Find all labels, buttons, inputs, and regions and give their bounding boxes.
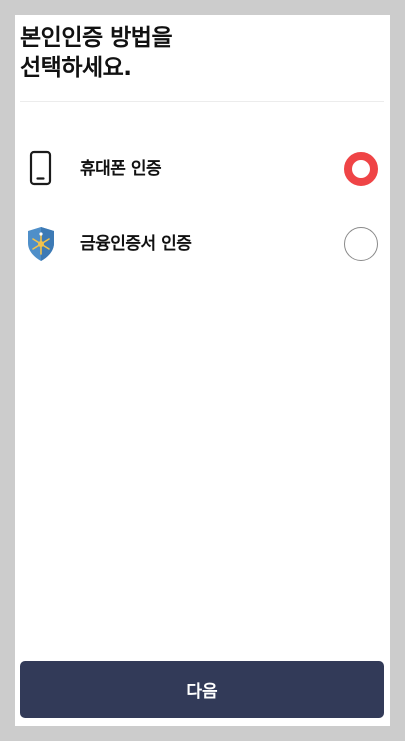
option-phone-auth-label: 휴대폰 인증 <box>80 159 162 179</box>
auth-method-screen: 본인인증 방법을 선택하세요. 휴대폰 인증 금융인증서 인증 다음 <box>15 15 390 726</box>
next-button[interactable]: 다음 <box>20 661 384 718</box>
page-title-line-2: 선택하세요. <box>20 55 132 81</box>
page-title: 본인인증 방법을 선택하세요. <box>20 23 380 83</box>
shield-icon <box>25 225 57 263</box>
option-financial-cert-auth[interactable]: 금융인증서 인증 <box>15 214 390 274</box>
option-financial-cert-auth-label: 금융인증서 인증 <box>80 234 192 254</box>
title-divider <box>20 101 384 102</box>
page-title-line-1: 본인인증 방법을 <box>20 25 173 51</box>
smartphone-icon <box>25 150 57 188</box>
radio-financial-cert-auth[interactable] <box>344 227 378 261</box>
option-phone-auth[interactable]: 휴대폰 인증 <box>15 139 390 199</box>
radio-phone-auth-selected[interactable] <box>344 152 378 186</box>
